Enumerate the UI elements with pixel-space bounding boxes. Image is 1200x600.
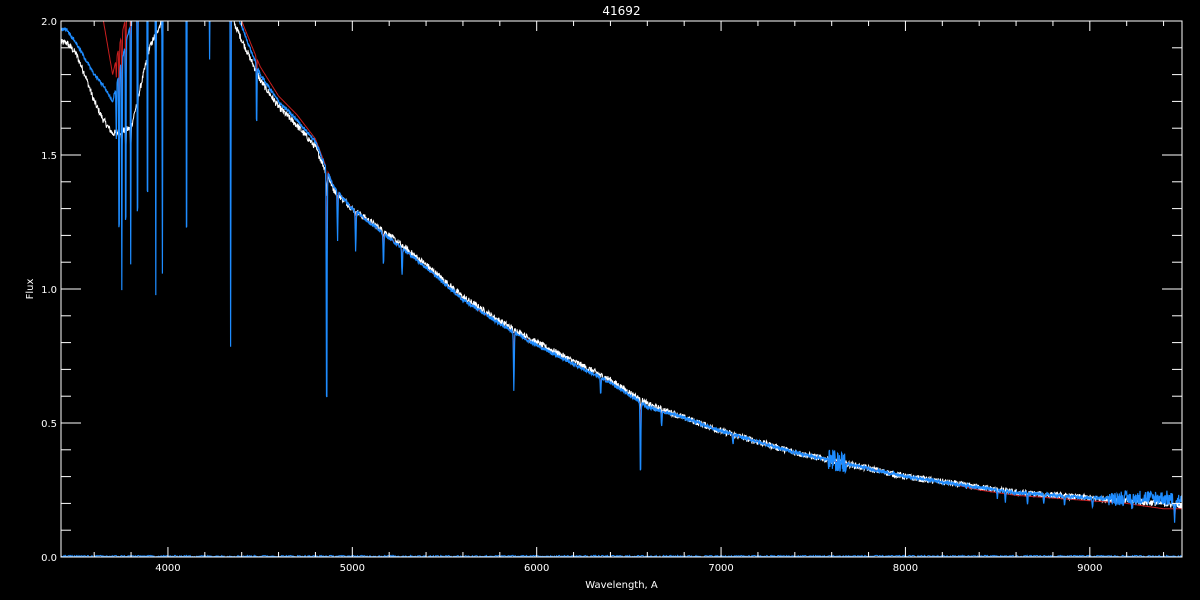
x-tick-label: 5000 <box>340 563 365 574</box>
spectrum-chart: 4000 5000 6000 7000 8000 9000 0.0 0.5 1.0 1.5 2.0… <box>0 0 1200 600</box>
chart-title: 41692 <box>602 4 640 18</box>
y-axis-title: Flux <box>25 279 36 300</box>
y-tick-label: 2.0 <box>41 17 57 28</box>
x-tick-label: 4000 <box>155 563 180 574</box>
x-tick-label: 6000 <box>524 563 549 574</box>
y-tick-label: 1.0 <box>41 285 57 296</box>
chart-background <box>0 0 1200 600</box>
y-tick-label: 0.5 <box>41 419 57 430</box>
x-tick-label: 9000 <box>1077 563 1102 574</box>
x-tick-label: 8000 <box>893 563 918 574</box>
y-tick-label: 0.0 <box>41 553 57 564</box>
x-tick-label: 7000 <box>708 563 733 574</box>
x-axis-title: Wavelength, A <box>585 580 658 591</box>
y-tick-label: 1.5 <box>41 151 57 162</box>
spectrum-plot-svg: 4000 5000 6000 7000 8000 9000 0.0 0.5 1.0 1.5 2.0… <box>0 0 1200 600</box>
